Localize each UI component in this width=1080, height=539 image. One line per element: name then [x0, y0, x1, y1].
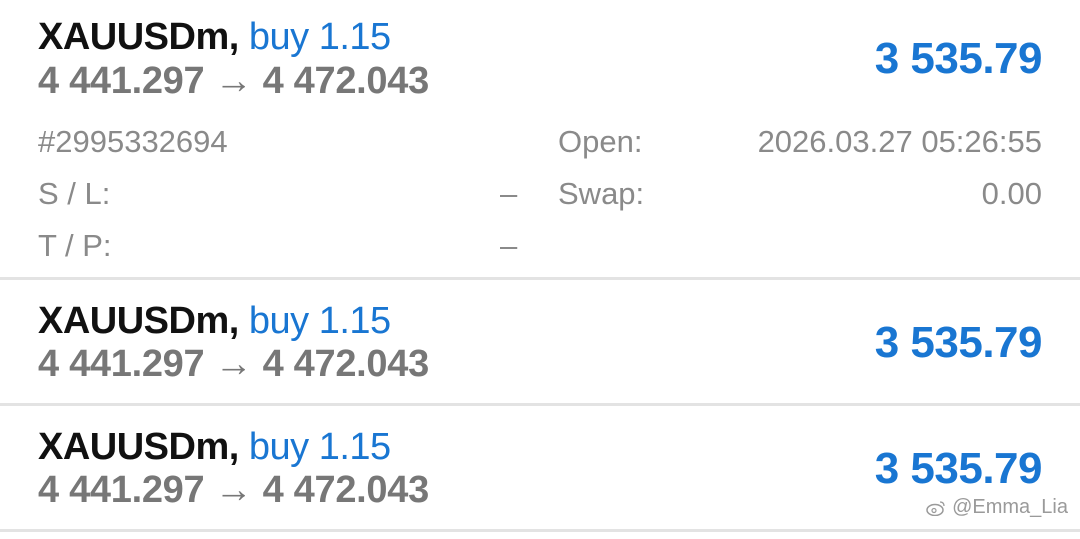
- side-volume: buy 1.15: [248, 426, 391, 468]
- profit-value: 3 535.79: [874, 444, 1043, 493]
- price-range: 4 441.297 → 4 472.043: [38, 469, 429, 511]
- price-range: 4 441.297 → 4 472.043: [38, 60, 429, 102]
- swap-value: 0.00: [981, 176, 1042, 211]
- symbol-separator: ,: [228, 16, 240, 58]
- watermark: @Emma_Lia: [926, 496, 1068, 519]
- position-symbol-line: XAUUSDm, buy 1.15: [38, 16, 391, 59]
- side-volume: buy 1.15: [248, 300, 391, 342]
- ticket-number: #2995332694: [38, 124, 228, 159]
- open-value: 2026.03.27 05:26:55: [757, 124, 1042, 159]
- tp-label: T / P:: [38, 228, 112, 263]
- row-divider: [0, 529, 1080, 532]
- position-row[interactable]: XAUUSDm, buy 1.15 4 441.297 → 4 472.043 …: [0, 406, 1080, 530]
- symbol-separator: ,: [228, 300, 240, 342]
- weibo-icon: [926, 500, 945, 516]
- position-symbol-line: XAUUSDm, buy 1.15: [38, 426, 391, 469]
- symbol-name: XAUUSDm: [38, 426, 229, 468]
- position-row[interactable]: XAUUSDm, buy 1.15 4 441.297 → 4 472.043 …: [0, 0, 1080, 278]
- profit-value: 3 535.79: [874, 318, 1043, 367]
- price-range: 4 441.297 → 4 472.043: [38, 343, 429, 385]
- position-symbol-line: XAUUSDm, buy 1.15: [38, 300, 391, 343]
- symbol-name: XAUUSDm: [38, 16, 229, 58]
- symbol-separator: ,: [228, 426, 240, 468]
- side-volume: buy 1.15: [248, 16, 391, 58]
- watermark-text: @Emma_Lia: [952, 496, 1068, 518]
- swap-label: Swap:: [558, 176, 645, 211]
- tp-value: –: [500, 228, 518, 263]
- position-row[interactable]: XAUUSDm, buy 1.15 4 441.297 → 4 472.043 …: [0, 280, 1080, 404]
- open-label: Open:: [558, 124, 643, 159]
- profit-value: 3 535.79: [874, 34, 1043, 83]
- sl-value: –: [500, 176, 518, 211]
- sl-label: S / L:: [38, 176, 111, 211]
- symbol-name: XAUUSDm: [38, 300, 229, 342]
